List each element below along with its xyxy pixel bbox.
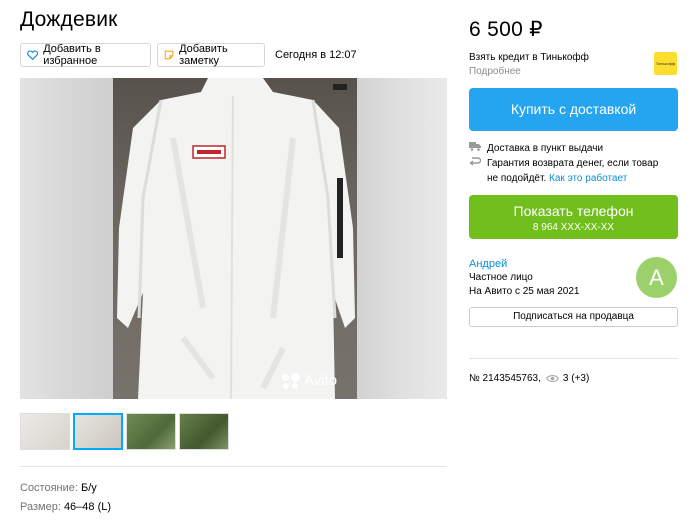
heart-icon (27, 50, 39, 61)
credit-more-link[interactable]: Подробнее (469, 66, 521, 77)
views-count: 3 (+3) (562, 373, 590, 384)
thumbnail-1[interactable] (20, 413, 70, 450)
price: 6 500 ₽ (469, 18, 543, 41)
seller-since: На Авито с 25 мая 2021 (469, 286, 580, 297)
avatar[interactable]: А (636, 257, 677, 298)
note-label: Добавить заметку (179, 43, 228, 67)
param-value: Б/у (81, 482, 97, 494)
seller-type: Частное лицо (469, 272, 533, 283)
add-note-button[interactable]: Добавить заметку (157, 43, 265, 67)
params-divider (20, 466, 447, 467)
thumbnail-strip (20, 413, 229, 450)
show-phone-label: Показать телефон (513, 203, 634, 219)
param-key: Состояние: (20, 482, 78, 494)
how-it-works-link[interactable]: Как это работает (549, 173, 627, 184)
avito-logo-icon (282, 372, 300, 389)
delivery-info: Доставка в пункт выдачи (469, 141, 603, 156)
sidebar-divider (469, 358, 678, 359)
page-title: Дождевик (20, 8, 118, 31)
buy-with-delivery-button[interactable]: Купить с доставкой (469, 88, 678, 131)
eye-icon (545, 374, 559, 383)
credit-offer[interactable]: Взять кредит в Тинькофф (469, 52, 589, 63)
listing-meta: № 2143545763, 3 (+3) (469, 373, 589, 384)
item-number: № 2143545763, (469, 373, 541, 384)
delivery-text: Доставка в пункт выдачи (487, 143, 604, 154)
main-photo[interactable] (20, 78, 447, 399)
tinkoff-logo: Тинькофф (654, 52, 677, 75)
param-condition: Состояние: Б/у (20, 482, 97, 494)
thumbnail-4[interactable] (179, 413, 229, 450)
param-key: Размер: (20, 501, 61, 513)
raincoat-photo (113, 78, 357, 399)
raincoat-image (117, 78, 355, 399)
avito-watermark: Avito (282, 372, 337, 389)
publish-date: Сегодня в 12:07 (275, 49, 357, 61)
param-size: Размер: 46–48 (L) (20, 501, 111, 513)
show-phone-button[interactable]: Показать телефон 8 964 XXX-XX-XX (469, 195, 678, 239)
guarantee-info: Гарантия возврата денег, если товар не п… (469, 156, 669, 186)
views-counter: 3 (+3) (545, 373, 590, 384)
phone-number: 8 964 XXX-XX-XX (532, 222, 615, 233)
subscribe-button[interactable]: Подписаться на продавца (469, 307, 678, 327)
truck-icon (469, 141, 487, 156)
favorite-label: Добавить в избранное (43, 43, 101, 67)
return-icon (469, 156, 487, 186)
add-to-favorites-button[interactable]: Добавить в избранное (20, 43, 151, 67)
thumbnail-2[interactable] (73, 413, 123, 450)
photo-blur-right (357, 78, 447, 399)
seller-name[interactable]: Андрей (469, 258, 507, 270)
photo-blur-left (20, 78, 113, 399)
param-value: 46–48 (L) (63, 501, 112, 513)
thumbnail-3[interactable] (126, 413, 176, 450)
note-icon (164, 50, 174, 60)
watermark-text: Avito (304, 372, 338, 389)
